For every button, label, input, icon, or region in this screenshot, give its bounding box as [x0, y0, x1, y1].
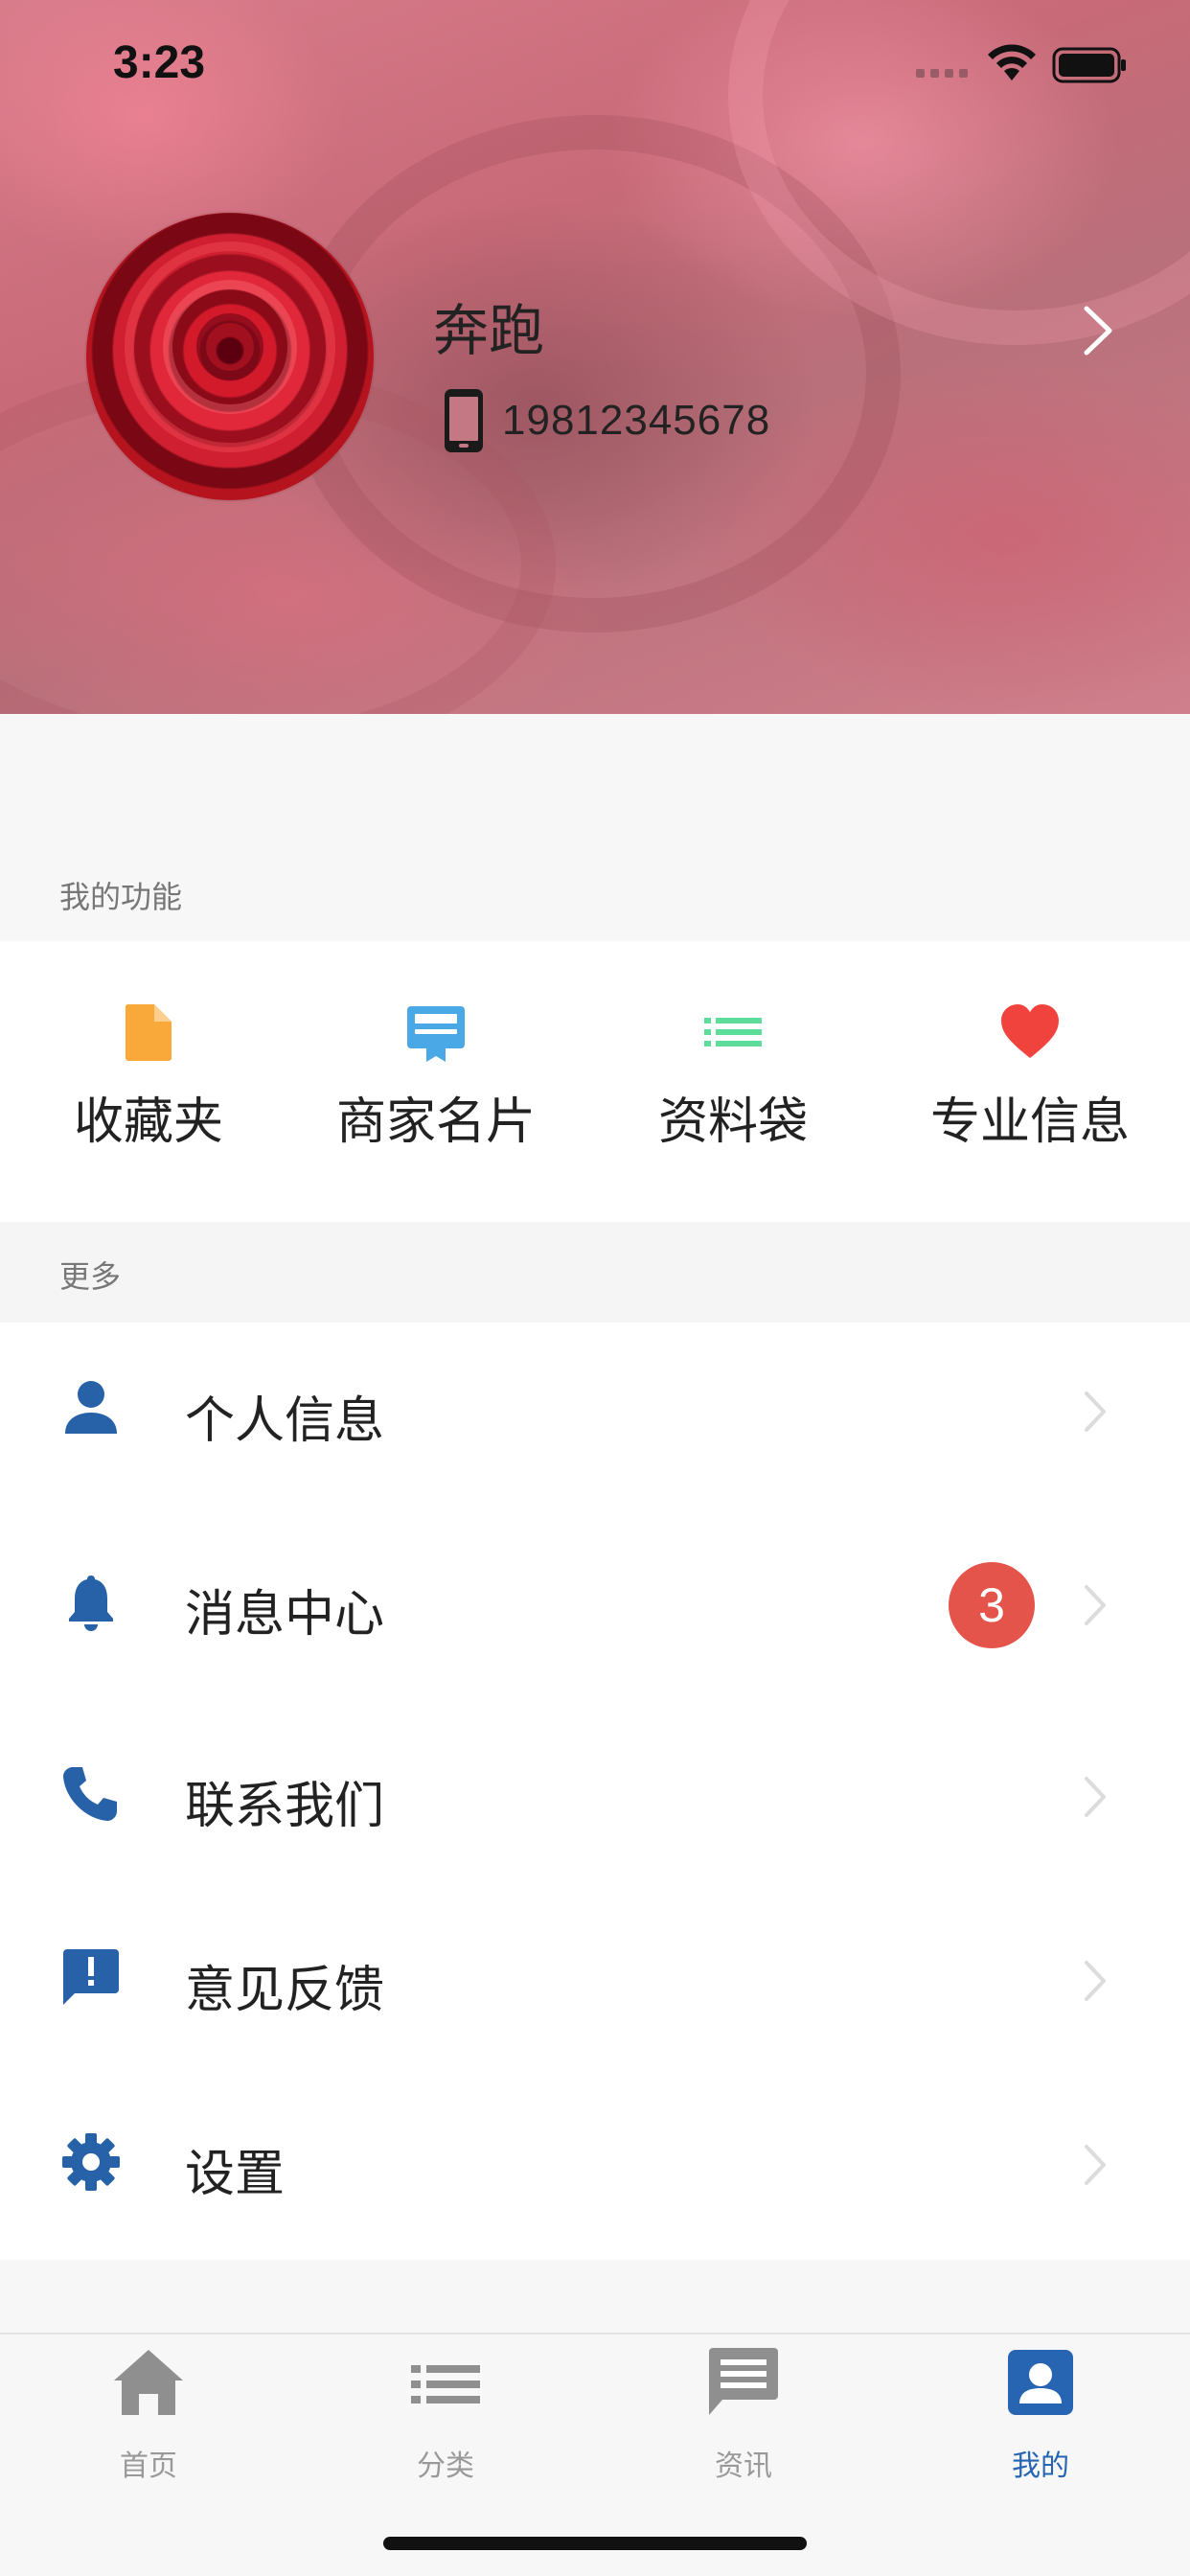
chevron-right-icon	[1085, 1392, 1106, 1432]
phone-icon	[63, 1767, 117, 1821]
profile-phone-number: 19812345678	[502, 397, 771, 444]
mobile-phone-icon	[445, 389, 483, 452]
list-icon	[411, 2365, 480, 2404]
list-icon	[704, 1018, 762, 1046]
function-label: 专业信息	[929, 1093, 1130, 1151]
more-menu-list: 个人信息 消息中心 3 联系我们 意见反馈 设置	[0, 1322, 1190, 2260]
heart-icon	[1001, 1004, 1059, 1058]
status-time: 3:23	[113, 37, 206, 88]
function-business-card[interactable]: 商家名片	[287, 941, 584, 1222]
file-icon	[125, 1004, 172, 1061]
tab-label: 分类	[417, 2450, 474, 2483]
section-title-functions: 我的功能	[59, 879, 183, 915]
wifi-icon	[988, 44, 1036, 80]
menu-item-label: 联系我们	[185, 1778, 385, 1835]
menu-item-label: 消息中心	[185, 1586, 385, 1644]
card-icon	[407, 1006, 465, 1062]
function-professional-info[interactable]: 专业信息	[881, 941, 1179, 1222]
unread-badge: 3	[949, 1562, 1035, 1648]
chevron-right-icon	[1085, 1777, 1106, 1817]
home-icon	[114, 2350, 183, 2415]
gear-icon	[62, 2133, 120, 2191]
menu-item-label: 意见反馈	[185, 1962, 385, 2019]
function-document-bag[interactable]: 资料袋	[584, 941, 881, 1222]
battery-icon	[1052, 47, 1126, 83]
chevron-right-icon	[1085, 2145, 1106, 2185]
tab-category[interactable]: 分类	[297, 2334, 594, 2497]
menu-item-message-center[interactable]: 消息中心 3	[0, 1516, 1190, 1689]
section-title-more: 更多	[59, 1258, 122, 1295]
more-section-header: 更多	[0, 1222, 1190, 1322]
tab-home[interactable]: 首页	[0, 2334, 297, 2497]
tab-label: 我的	[1012, 2450, 1069, 2483]
person-icon	[65, 1381, 117, 1434]
menu-item-label: 个人信息	[185, 1392, 385, 1450]
profile-header: 3:23 奔跑 19812345678	[0, 0, 1190, 714]
cellular-signal-icon	[916, 69, 968, 78]
tab-label: 资讯	[715, 2450, 772, 2483]
profile-icon	[1008, 2350, 1073, 2415]
status-bar: 3:23	[0, 0, 1190, 126]
feedback-icon	[63, 1949, 119, 2005]
profile-name[interactable]: 奔跑	[433, 286, 544, 366]
menu-item-feedback[interactable]: 意见反馈	[0, 1892, 1190, 2064]
menu-item-contact-us[interactable]: 联系我们	[0, 1708, 1190, 1880]
menu-item-settings[interactable]: 设置	[0, 2076, 1190, 2248]
menu-item-label: 设置	[185, 2146, 286, 2203]
chevron-right-icon[interactable]	[1079, 305, 1117, 356]
functions-grid: 收藏夹 商家名片 资料袋 专业信息	[0, 941, 1190, 1222]
message-icon	[709, 2348, 778, 2415]
function-label: 收藏夹	[73, 1093, 223, 1151]
menu-item-personal-info[interactable]: 个人信息	[0, 1322, 1190, 1495]
avatar[interactable]	[86, 213, 374, 500]
tab-mine[interactable]: 我的	[892, 2334, 1189, 2497]
profile-phone-row: 19812345678	[443, 387, 770, 454]
home-indicator[interactable]	[383, 2537, 807, 2550]
function-label: 商家名片	[335, 1093, 536, 1151]
tab-label: 首页	[120, 2450, 177, 2483]
chevron-right-icon	[1085, 1585, 1106, 1625]
function-label: 资料袋	[657, 1093, 808, 1151]
chevron-right-icon	[1085, 1961, 1106, 2001]
bell-icon	[69, 1576, 113, 1631]
function-favorites[interactable]: 收藏夹	[0, 941, 297, 1222]
tab-news[interactable]: 资讯	[595, 2334, 892, 2497]
